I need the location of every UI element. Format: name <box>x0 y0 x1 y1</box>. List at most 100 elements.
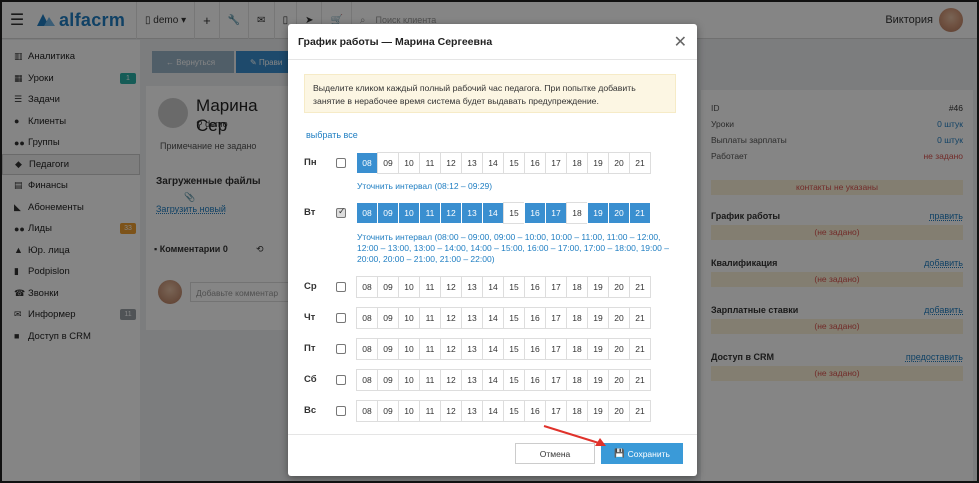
hour-cell[interactable]: 14 <box>482 338 504 360</box>
hour-cell[interactable]: 16 <box>524 152 546 174</box>
hour-cell[interactable]: 14 <box>482 202 504 224</box>
hour-cell[interactable]: 13 <box>461 202 483 224</box>
hour-cell[interactable]: 15 <box>503 307 525 329</box>
hour-cell[interactable]: 15 <box>503 369 525 391</box>
hour-cell[interactable]: 20 <box>608 338 630 360</box>
hour-cell[interactable]: 14 <box>482 152 504 174</box>
day-checkbox[interactable] <box>336 158 346 168</box>
hour-cell[interactable]: 21 <box>629 276 651 298</box>
hour-cell[interactable]: 10 <box>398 400 420 422</box>
hour-cell[interactable]: 12 <box>440 369 462 391</box>
hour-cell[interactable]: 14 <box>482 400 504 422</box>
hour-cell[interactable]: 21 <box>629 152 651 174</box>
hour-cell[interactable]: 17 <box>545 152 567 174</box>
hour-cell[interactable]: 15 <box>503 276 525 298</box>
hour-cell[interactable]: 20 <box>608 307 630 329</box>
day-checkbox[interactable] <box>336 406 346 416</box>
hour-cell[interactable]: 19 <box>587 338 609 360</box>
hour-cell[interactable]: 20 <box>608 276 630 298</box>
hour-cell[interactable]: 11 <box>419 400 441 422</box>
hour-cell[interactable]: 21 <box>629 400 651 422</box>
hour-cell[interactable]: 13 <box>461 338 483 360</box>
hour-cell[interactable]: 13 <box>461 400 483 422</box>
hour-cell[interactable]: 19 <box>587 369 609 391</box>
hour-cell[interactable]: 16 <box>524 369 546 391</box>
hour-cell[interactable]: 10 <box>398 202 420 224</box>
hour-cell[interactable]: 12 <box>440 338 462 360</box>
hour-cell[interactable]: 21 <box>629 369 651 391</box>
hour-cell[interactable]: 11 <box>419 276 441 298</box>
hour-cell[interactable]: 15 <box>503 338 525 360</box>
hour-cell[interactable]: 20 <box>608 152 630 174</box>
hour-cell[interactable]: 12 <box>440 202 462 224</box>
hour-cell[interactable]: 17 <box>545 307 567 329</box>
hour-cell[interactable]: 12 <box>440 152 462 174</box>
hour-cell[interactable]: 09 <box>377 152 399 174</box>
hour-cell[interactable]: 21 <box>629 202 651 224</box>
hour-cell[interactable]: 19 <box>587 307 609 329</box>
hour-cell[interactable]: 14 <box>482 276 504 298</box>
hour-cell[interactable]: 17 <box>545 202 567 224</box>
hour-cell[interactable]: 21 <box>629 338 651 360</box>
hour-cell[interactable]: 11 <box>419 152 441 174</box>
hour-cell[interactable]: 13 <box>461 307 483 329</box>
hour-cell[interactable]: 08 <box>356 276 378 298</box>
hour-cell[interactable]: 12 <box>440 400 462 422</box>
close-icon[interactable]: ✕ <box>674 32 687 52</box>
hour-cell[interactable]: 08 <box>356 307 378 329</box>
hour-cell[interactable]: 09 <box>377 400 399 422</box>
hour-cell[interactable]: 11 <box>419 338 441 360</box>
day-checkbox[interactable] <box>336 206 346 218</box>
day-checkbox[interactable] <box>336 344 346 354</box>
hour-cell[interactable]: 19 <box>587 152 609 174</box>
hour-cell[interactable]: 09 <box>377 369 399 391</box>
hour-cell[interactable]: 18 <box>566 202 588 224</box>
hour-cell[interactable]: 16 <box>524 400 546 422</box>
hour-cell[interactable]: 10 <box>398 369 420 391</box>
hour-cell[interactable]: 08 <box>356 369 378 391</box>
hour-cell[interactable]: 10 <box>398 307 420 329</box>
hour-cell[interactable]: 17 <box>545 369 567 391</box>
hour-cell[interactable]: 11 <box>419 202 441 224</box>
hour-cell[interactable]: 13 <box>461 152 483 174</box>
hour-cell[interactable]: 21 <box>629 307 651 329</box>
hour-cell[interactable]: 15 <box>503 400 525 422</box>
refine-interval-link[interactable]: Уточнить интервал (08:12 – 09:29) <box>357 181 669 192</box>
hour-cell[interactable]: 13 <box>461 369 483 391</box>
hour-cell[interactable]: 19 <box>587 400 609 422</box>
select-all-link[interactable]: выбрать все <box>306 130 358 140</box>
save-button[interactable]: 💾 Сохранить <box>601 443 683 464</box>
hour-cell[interactable]: 18 <box>566 400 588 422</box>
hour-cell[interactable]: 11 <box>419 369 441 391</box>
hour-cell[interactable]: 09 <box>377 276 399 298</box>
day-checkbox[interactable] <box>336 282 346 292</box>
hour-cell[interactable]: 15 <box>503 202 525 224</box>
hour-cell[interactable]: 12 <box>440 307 462 329</box>
hour-cell[interactable]: 09 <box>377 307 399 329</box>
hour-cell[interactable]: 18 <box>566 152 588 174</box>
hour-cell[interactable]: 16 <box>524 276 546 298</box>
hour-cell[interactable]: 20 <box>608 202 630 224</box>
hour-cell[interactable]: 10 <box>398 152 420 174</box>
hour-cell[interactable]: 10 <box>398 276 420 298</box>
hour-cell[interactable]: 14 <box>482 369 504 391</box>
hour-cell[interactable]: 20 <box>608 369 630 391</box>
hour-cell[interactable]: 14 <box>482 307 504 329</box>
hour-cell[interactable]: 18 <box>566 369 588 391</box>
refine-interval-link[interactable]: Уточнить интервал (08:00 – 09:00, 09:00 … <box>357 232 669 265</box>
hour-cell[interactable]: 08 <box>356 338 378 360</box>
hour-cell[interactable]: 09 <box>377 338 399 360</box>
hour-cell[interactable]: 18 <box>566 338 588 360</box>
hour-cell[interactable]: 17 <box>545 400 567 422</box>
hour-cell[interactable]: 09 <box>377 202 399 224</box>
hour-cell[interactable]: 16 <box>524 307 546 329</box>
hour-cell[interactable]: 17 <box>545 276 567 298</box>
hour-cell[interactable]: 10 <box>398 338 420 360</box>
hour-cell[interactable]: 08 <box>356 202 378 224</box>
hour-cell[interactable]: 18 <box>566 276 588 298</box>
hour-cell[interactable]: 16 <box>524 338 546 360</box>
day-checkbox[interactable] <box>336 313 346 323</box>
hour-cell[interactable]: 12 <box>440 276 462 298</box>
day-checkbox[interactable] <box>336 375 346 385</box>
hour-cell[interactable]: 11 <box>419 307 441 329</box>
